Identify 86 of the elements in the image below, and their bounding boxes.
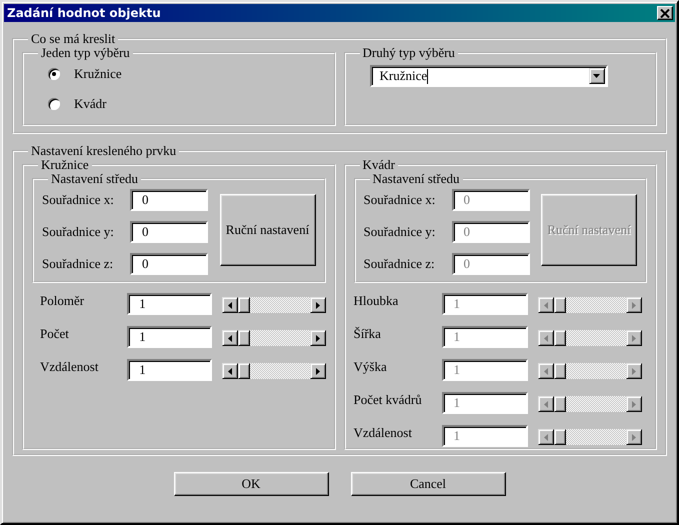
scroll-right-button[interactable]: [626, 330, 642, 346]
caret-icon: [593, 74, 600, 78]
input-field[interactable]: 0: [130, 253, 208, 275]
radio-button[interactable]: [48, 68, 60, 80]
input-field[interactable]: 1: [127, 326, 212, 348]
scrollbar[interactable]: [538, 363, 642, 379]
radio-option[interactable]: Kvádr: [48, 96, 326, 112]
manual-settings-button[interactable]: Ruční nastavení: [220, 194, 316, 266]
right-arrow-icon: [632, 368, 636, 374]
scroll-right-button[interactable]: [626, 429, 642, 445]
field-label: Souřadnice z:: [364, 256, 436, 272]
group-title: Nastavení středu: [50, 172, 140, 186]
group-title: Co se má kreslit: [30, 32, 116, 46]
scroll-left-button[interactable]: [222, 363, 238, 379]
right-arrow-icon: [316, 302, 320, 308]
scrollbar-thumb[interactable]: [238, 330, 250, 346]
right-arrow-icon: [632, 400, 636, 408]
input-field[interactable]: 0: [130, 221, 208, 243]
scroll-left-button[interactable]: [222, 297, 238, 313]
scrollbar-thumb[interactable]: [238, 363, 250, 379]
scrollbar[interactable]: [538, 429, 642, 445]
scrollbar-thumb[interactable]: [238, 297, 250, 313]
right-arrow-icon: [632, 334, 636, 342]
input-field[interactable]: 0: [130, 189, 208, 211]
scroll-left-button[interactable]: [538, 396, 554, 412]
left-arrow-icon: [228, 302, 232, 308]
scrollbar[interactable]: [538, 330, 642, 346]
field-label: Souřadnice y:: [42, 224, 115, 240]
input-field[interactable]: 1: [127, 293, 212, 315]
left-arrow-icon: [544, 434, 548, 440]
scroll-left-button[interactable]: [538, 429, 554, 445]
dialog-button[interactable]: OK: [174, 472, 328, 496]
close-icon: [660, 8, 670, 18]
radio-button[interactable]: [48, 98, 60, 110]
right-arrow-icon: [316, 334, 320, 342]
scroll-left-button[interactable]: [222, 330, 238, 346]
right-arrow-icon: [316, 368, 320, 374]
scroll-left-button[interactable]: [538, 297, 554, 313]
scroll-left-button[interactable]: [538, 330, 554, 346]
field-label: Vzdálenost: [354, 425, 413, 441]
scrollbar[interactable]: [222, 363, 326, 379]
radio-option[interactable]: Kružnice: [48, 66, 326, 82]
scrollbar[interactable]: [538, 396, 642, 412]
left-arrow-icon: [544, 334, 548, 342]
scroll-right-button[interactable]: [310, 297, 326, 313]
scroll-right-button[interactable]: [626, 363, 642, 379]
scroll-right-button[interactable]: [626, 396, 642, 412]
group-title: Kvádr: [362, 158, 396, 172]
group-title: Kružnice: [40, 158, 90, 172]
group-title: Druhý typ výběru: [362, 46, 456, 60]
scrollbar[interactable]: [538, 297, 642, 313]
field-label: Výška: [354, 359, 388, 375]
dropdown-field[interactable]: Kružnice: [370, 65, 608, 87]
left-arrow-icon: [544, 400, 548, 408]
field-label: Souřadnice x:: [364, 192, 436, 208]
field-label: Hloubka: [354, 293, 400, 309]
field-label: Počet: [40, 326, 70, 342]
dropdown-button[interactable]: [588, 68, 604, 84]
radio-label: Kvádr: [74, 96, 106, 112]
scroll-right-button[interactable]: [626, 297, 642, 313]
field-label: Poloměr: [40, 293, 86, 309]
scroll-left-button[interactable]: [538, 363, 554, 379]
group-title: Nastavení kresleného prvku: [30, 144, 178, 158]
right-arrow-icon: [632, 302, 636, 308]
left-arrow-icon: [228, 334, 232, 342]
field-label: Počet kvádrů: [354, 392, 423, 408]
field-label: Vzdálenost: [40, 359, 100, 375]
group-title: Jeden typ výběru: [40, 46, 131, 60]
scrollbar[interactable]: [222, 297, 326, 313]
field-label: Šířka: [354, 326, 382, 342]
right-arrow-icon: [632, 434, 636, 440]
dialog-button[interactable]: Cancel: [350, 472, 506, 496]
group-title: Nastavení středu: [372, 172, 461, 186]
radio-label: Kružnice: [74, 66, 122, 82]
scroll-right-button[interactable]: [310, 363, 326, 379]
left-arrow-icon: [544, 302, 548, 308]
scrollbar[interactable]: [222, 330, 326, 346]
left-arrow-icon: [544, 368, 548, 374]
input-field[interactable]: 1: [127, 359, 212, 381]
window-title: Zadání hodnot objektu: [7, 6, 161, 20]
field-label: Souřadnice x:: [42, 192, 115, 208]
scroll-right-button[interactable]: [310, 330, 326, 346]
left-arrow-icon: [228, 368, 232, 374]
field-label: Souřadnice y:: [364, 224, 436, 240]
field-label: Souřadnice z:: [42, 256, 114, 272]
close-button[interactable]: [657, 6, 673, 20]
